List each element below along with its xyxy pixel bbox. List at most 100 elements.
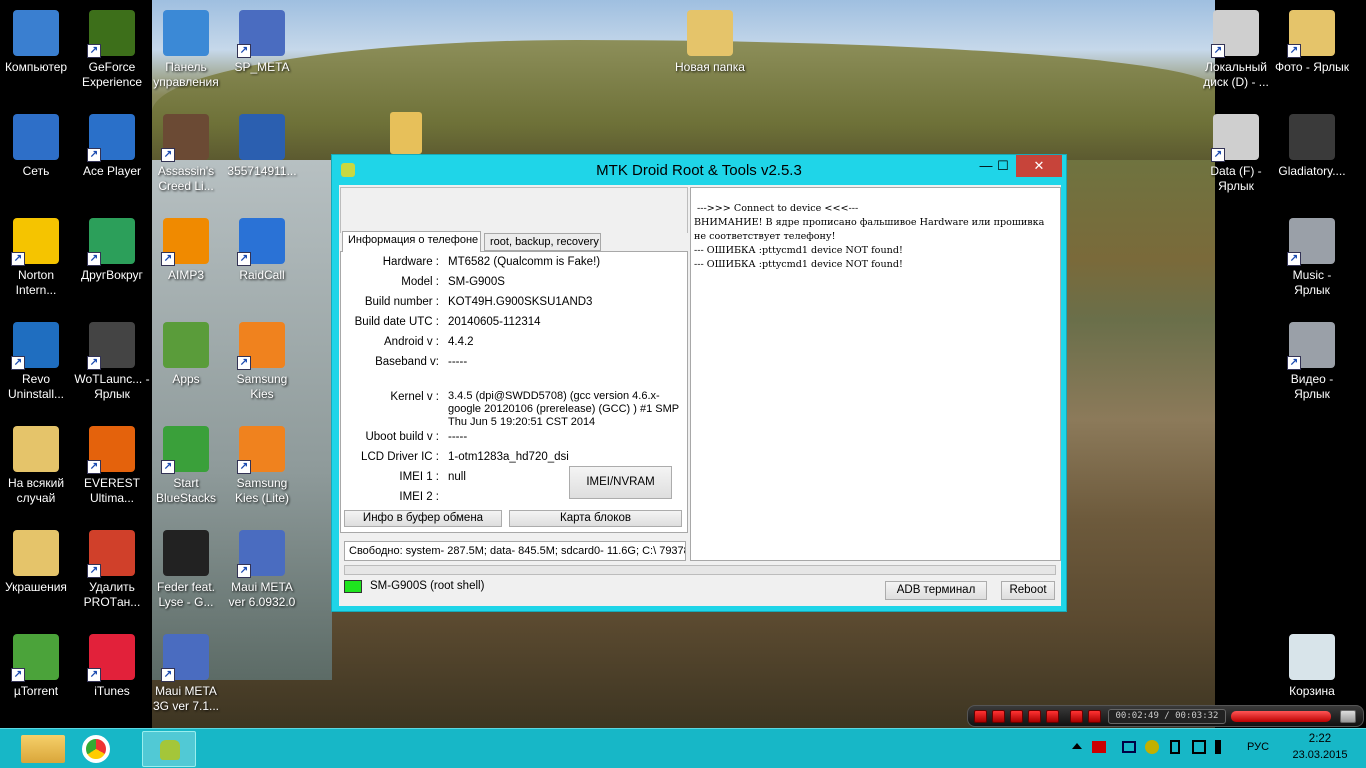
desktop-icon[interactable]: Gladiatory.... bbox=[1274, 106, 1350, 179]
desktop-icon[interactable]: ↗ Samsung Kies bbox=[224, 314, 300, 402]
desktop-icon[interactable]: ↗ µTorrent bbox=[0, 626, 74, 699]
apps-folder-icon bbox=[163, 322, 209, 368]
desktop-icon[interactable]: ↗ Assassin's Creed Li... bbox=[148, 106, 224, 194]
desktop-icon[interactable]: ↗ Norton Intern... bbox=[0, 210, 74, 298]
folder-icon[interactable] bbox=[390, 112, 422, 154]
uboot-label: Uboot build v : bbox=[365, 431, 439, 443]
chrome-icon[interactable] bbox=[82, 735, 110, 763]
shortcut-arrow-icon: ↗ bbox=[1287, 252, 1301, 266]
hardware-label: Hardware : bbox=[382, 256, 439, 268]
desktop-icon[interactable]: ↗ Maui META 3G ver 7.1... bbox=[148, 626, 224, 714]
model-label: Model : bbox=[401, 276, 439, 288]
video-file-icon bbox=[1289, 114, 1335, 160]
volume-slider[interactable] bbox=[1231, 711, 1331, 722]
stop-icon[interactable] bbox=[1010, 710, 1023, 723]
desktop-icon[interactable]: ↗ EVEREST Ultima... bbox=[74, 418, 150, 506]
shortcut-arrow-icon: ↗ bbox=[1287, 44, 1301, 58]
nvidia-icon: ↗ bbox=[87, 10, 135, 58]
android-label: Android v : bbox=[384, 336, 439, 348]
desktop-icon-label: Фото - Ярлык bbox=[1274, 60, 1350, 74]
shuffle-icon[interactable] bbox=[1088, 710, 1101, 723]
youtube-tray-icon[interactable] bbox=[1092, 741, 1106, 753]
desktop-icon[interactable]: ↗ Удалить PROTан... bbox=[74, 522, 150, 610]
clock-date[interactable]: 23.03.2015 bbox=[1285, 749, 1355, 761]
desktop-icon[interactable]: ↗ Music - Ярлык bbox=[1274, 210, 1350, 298]
device-tray-icon[interactable] bbox=[1170, 740, 1180, 754]
tray-expand-icon[interactable] bbox=[1072, 743, 1082, 749]
imei-nvram-button[interactable]: IMEI/NVRAM bbox=[569, 466, 672, 499]
desktop-icon[interactable]: ↗ Видео - Ярлык bbox=[1274, 314, 1350, 402]
desktop-icon[interactable]: ↗ ДругВокруг bbox=[74, 210, 150, 283]
block-map-button[interactable]: Карта блоков bbox=[509, 510, 682, 527]
maui-meta-icon: ↗ bbox=[237, 530, 285, 578]
status-indicator-icon bbox=[344, 580, 362, 593]
tray-app-icon[interactable] bbox=[1145, 740, 1159, 754]
next-icon[interactable] bbox=[1046, 710, 1059, 723]
desktop-icon[interactable]: ↗ Samsung Kies (Lite) bbox=[224, 418, 300, 506]
everest-icon: ↗ bbox=[87, 426, 135, 474]
clock-time[interactable]: 2:22 bbox=[1302, 733, 1338, 745]
shortcut-arrow-icon: ↗ bbox=[161, 148, 175, 162]
desktop-icon[interactable]: ↗ Maui META ver 6.0932.0 bbox=[224, 522, 300, 610]
desktop-icon[interactable]: Компьютер bbox=[0, 2, 74, 75]
tray-app-icon[interactable] bbox=[1122, 741, 1136, 753]
desktop-icon[interactable]: 355714911... bbox=[224, 106, 300, 179]
android-icon bbox=[160, 740, 180, 760]
reboot-button[interactable]: Reboot bbox=[1001, 581, 1055, 600]
uboot-value: ----- bbox=[448, 431, 468, 443]
explorer-icon[interactable] bbox=[21, 735, 65, 763]
desktop-icon[interactable]: ↗ WoTLaunc... - Ярлык bbox=[74, 314, 150, 402]
shortcut-arrow-icon: ↗ bbox=[1211, 44, 1225, 58]
play-icon[interactable] bbox=[974, 710, 987, 723]
imei1-value: null bbox=[448, 471, 466, 483]
desktop-icon-label: ДругВокруг bbox=[81, 268, 143, 282]
desktop-icon[interactable]: ↗ Start BlueStacks bbox=[148, 418, 224, 506]
copy-info-button[interactable]: Инфо в буфер обмена bbox=[344, 510, 502, 527]
adb-terminal-button[interactable]: ADB терминал bbox=[885, 581, 987, 600]
desktop-icon[interactable]: Украшения bbox=[0, 522, 74, 595]
desktop-icon[interactable]: ↗ Ace Player bbox=[74, 106, 150, 179]
kies-icon: ↗ bbox=[237, 322, 285, 370]
network-tray-icon[interactable] bbox=[1192, 740, 1206, 754]
desktop-icon[interactable]: Сеть bbox=[0, 106, 74, 179]
desktop-icon[interactable]: На всякий случай bbox=[0, 418, 74, 506]
repeat-icon[interactable] bbox=[1070, 710, 1083, 723]
desktop-icon[interactable]: ↗ iTunes bbox=[74, 626, 150, 699]
language-indicator[interactable]: РУС bbox=[1247, 741, 1269, 753]
computer-icon bbox=[13, 10, 59, 56]
desktop-icon[interactable]: ↗ Data (F) - Ярлык bbox=[1198, 106, 1274, 194]
mtk-task-icon[interactable] bbox=[142, 731, 196, 767]
desktop-icon[interactable]: Apps bbox=[148, 314, 224, 387]
shortcut-arrow-icon: ↗ bbox=[161, 668, 175, 682]
prev-icon[interactable] bbox=[1028, 710, 1041, 723]
lcd-label: LCD Driver IC : bbox=[361, 451, 439, 463]
desktop-icon[interactable]: ↗ Фото - Ярлык bbox=[1274, 2, 1350, 75]
desktop-icon[interactable]: ↗ AIMP3 bbox=[148, 210, 224, 283]
close-button[interactable]: ✕ bbox=[1016, 155, 1062, 177]
desktop-icon[interactable]: ↗ Локальный диск (D) - ... bbox=[1198, 2, 1274, 90]
desktop-icon[interactable]: Корзина bbox=[1274, 626, 1350, 699]
volume-tray-icon[interactable] bbox=[1215, 740, 1229, 754]
log-output[interactable]: --->>> Connect to device <<<--- ВНИМАНИЕ… bbox=[690, 187, 1061, 561]
desktop-icon[interactable]: ↗ Revo Uninstall... bbox=[0, 314, 74, 402]
desktop-icon[interactable]: ↗ RaidCall bbox=[224, 210, 300, 283]
desktop-icon-new-folder[interactable]: Новая папка bbox=[672, 2, 748, 75]
uninstall-icon: ↗ bbox=[87, 530, 135, 578]
desktop-icon[interactable]: ↗ SP_META bbox=[224, 2, 300, 75]
tab-root-backup[interactable]: root, backup, recovery bbox=[484, 233, 601, 251]
shortcut-arrow-icon: ↗ bbox=[161, 460, 175, 474]
window-titlebar[interactable]: MTK Droid Root & Tools v2.5.3 — ☐ ✕ bbox=[332, 155, 1066, 185]
close-player-icon[interactable] bbox=[1340, 710, 1356, 723]
tab-phone-info[interactable]: Информация о телефоне bbox=[342, 231, 481, 252]
wot-icon: ↗ bbox=[87, 322, 135, 370]
desktop-icon[interactable]: Панель управления bbox=[148, 2, 224, 90]
shortcut-arrow-icon: ↗ bbox=[87, 668, 101, 682]
model-value: SM-G900S bbox=[448, 276, 505, 288]
imei2-label: IMEI 2 : bbox=[399, 491, 439, 503]
maximize-button[interactable]: ☐ bbox=[986, 155, 1020, 177]
desktop-icon[interactable]: Feder feat. Lyse - G... bbox=[148, 522, 224, 610]
desktop-icon[interactable]: ↗ GeForce Experience bbox=[74, 2, 150, 90]
pause-icon[interactable] bbox=[992, 710, 1005, 723]
media-player-bar: 00:02:49 / 00:03:32 bbox=[967, 705, 1364, 727]
shortcut-arrow-icon: ↗ bbox=[11, 356, 25, 370]
